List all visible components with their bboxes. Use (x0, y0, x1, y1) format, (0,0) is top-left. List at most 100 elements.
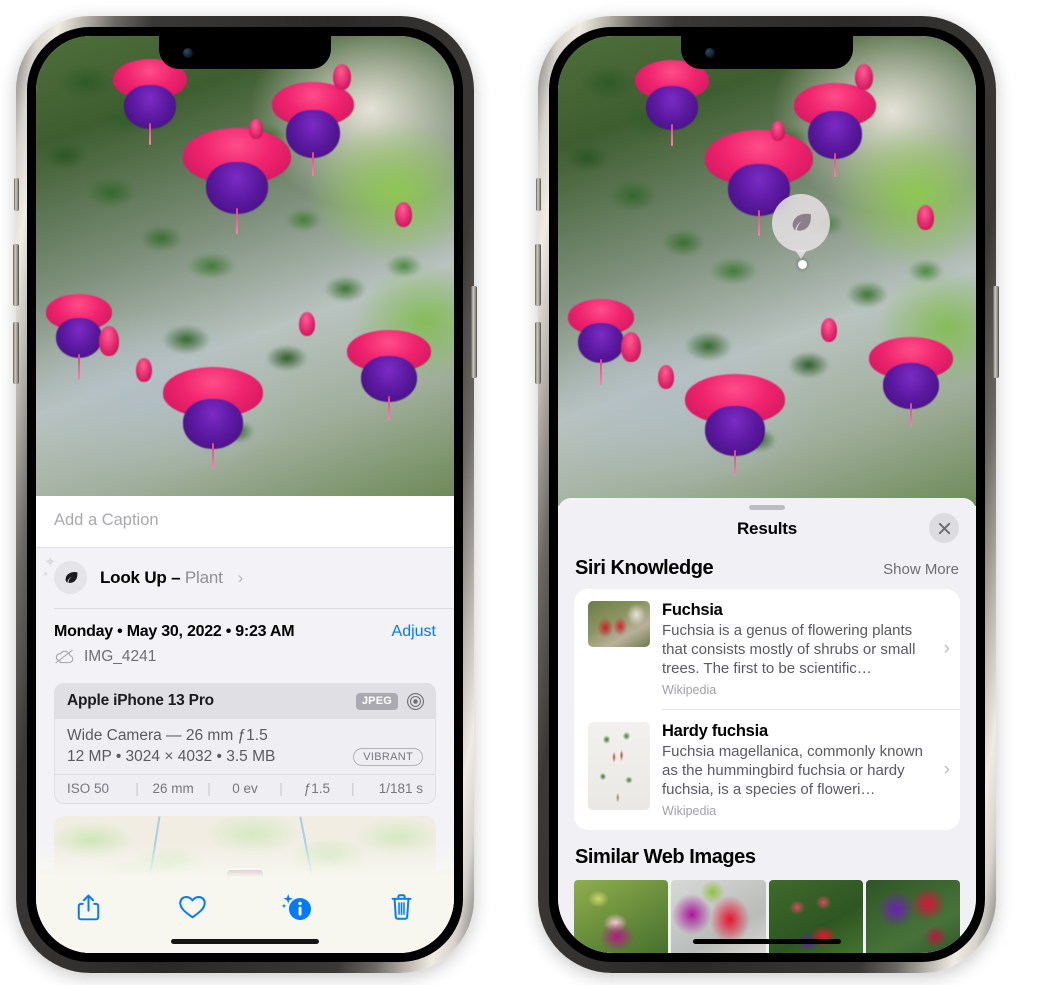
web-image-4[interactable] (865, 879, 960, 953)
icloud-slash-icon (55, 649, 74, 664)
chevron-right-icon: › (943, 758, 950, 780)
chevron-right-icon: › (237, 567, 244, 587)
flower-bud (98, 325, 119, 356)
delete-button[interactable] (378, 889, 426, 925)
adjust-button[interactable]: Adjust (392, 623, 436, 641)
bloom (633, 59, 711, 146)
knowledge-title: Hardy fuchsia (662, 721, 768, 740)
home-indicator[interactable] (171, 939, 319, 944)
sparkle-icon: ✦ (44, 554, 57, 571)
leaf-icon: ✦ ✦ (42, 555, 87, 594)
flower-bud (395, 201, 413, 227)
knowledge-title: Fuchsia (662, 601, 723, 619)
flower-bud (854, 64, 873, 91)
photo-viewer[interactable] (558, 36, 976, 506)
flower-bud (771, 120, 786, 141)
aperture-icon (407, 692, 424, 710)
photographic-style-badge: VIBRANT (353, 747, 423, 766)
format-badge: JPEG (355, 692, 398, 710)
side-power-button[interactable] (993, 286, 999, 378)
left-phone-bezel: Add a Caption ✦ ✦ Look Up – Plant › Mond… (27, 27, 463, 962)
show-more-button[interactable]: Show More (883, 561, 959, 578)
visual-lookup-anchor-dot (798, 260, 807, 269)
volume-down-button[interactable] (13, 322, 19, 384)
knowledge-source: Wikipedia (662, 683, 717, 698)
file-name: IMG_4241 (84, 647, 157, 665)
exif-shutter-speed: 1/181 s (378, 780, 424, 796)
chevron-right-icon: › (943, 638, 950, 660)
left-phone-screen: Add a Caption ✦ ✦ Look Up – Plant › Mond… (36, 36, 454, 953)
knowledge-thumbnail (588, 601, 650, 647)
notch (681, 36, 853, 69)
volume-up-button[interactable] (13, 244, 19, 306)
bloom (683, 374, 787, 477)
volume-down-button[interactable] (535, 322, 541, 384)
right-phone-device: Results Siri Knowledge Show More Fuchsia… (535, 16, 999, 973)
look-up-prefix: Look Up – (100, 567, 185, 587)
knowledge-thumbnail (588, 721, 650, 810)
flower-bud (620, 332, 641, 363)
flower-bud (136, 358, 153, 382)
left-phone-device: Add a Caption ✦ ✦ Look Up – Plant › Mond… (13, 16, 477, 973)
look-up-label: Look Up – Plant (100, 568, 223, 588)
results-header: Results (558, 510, 976, 553)
close-button[interactable] (929, 513, 959, 543)
knowledge-description: Fuchsia is a genus of flowering plants t… (662, 622, 916, 678)
knowledge-description: Fuchsia magellanica, commonly known as t… (662, 742, 923, 798)
info-sparkle-icon (281, 894, 312, 920)
mute-switch[interactable] (536, 178, 541, 211)
flowers-layer (36, 36, 454, 496)
knowledge-source: Wikipedia (662, 803, 717, 818)
caption-input[interactable]: Add a Caption (36, 496, 454, 548)
right-phone-bezel: Results Siri Knowledge Show More Fuchsia… (549, 27, 985, 962)
flower-bud (249, 118, 264, 139)
side-power-button[interactable] (471, 286, 477, 378)
flower-bud (332, 63, 351, 90)
exif-body: Wide Camera — 26 mm ƒ1.5 12 MP • 3024 × … (55, 718, 435, 774)
photo-date: Monday • May 30, 2022 • 9:23 AM (54, 622, 295, 640)
right-phone-screen: Results Siri Knowledge Show More Fuchsia… (558, 36, 976, 953)
location-map[interactable] (54, 815, 436, 886)
results-title: Results (736, 519, 797, 538)
section-title-siri-knowledge: Siri Knowledge (575, 557, 714, 579)
photo-viewer[interactable] (36, 36, 454, 496)
siri-knowledge-card: Fuchsia Fuchsia is a genus of flowering … (574, 589, 960, 830)
exif-focal-length: 26 mm (152, 780, 194, 796)
lens-info: Wide Camera — 26 mm ƒ1.5 (67, 726, 268, 744)
look-up-row[interactable]: ✦ ✦ Look Up – Plant › (36, 548, 454, 608)
exif-stats-row: ISO 50 | 26 mm | 0 ev | ƒ1.5 | 1/181 s (55, 773, 435, 803)
front-camera (705, 48, 715, 58)
bloom (867, 336, 955, 427)
flower-bud (821, 318, 838, 342)
trash-icon (391, 894, 412, 920)
exif-aperture: ƒ1.5 (303, 780, 331, 796)
home-indicator[interactable] (693, 939, 841, 944)
bloom (111, 59, 189, 145)
mute-switch[interactable] (14, 178, 19, 211)
share-icon (77, 894, 99, 920)
favorite-button[interactable] (169, 889, 217, 925)
exif-card: Apple iPhone 13 Pro JPEG Wide Camera — 2… (54, 682, 436, 804)
bloom (345, 330, 433, 421)
bloom (792, 83, 878, 177)
front-camera (183, 48, 193, 58)
web-image-1[interactable] (574, 879, 669, 953)
flower-bud (658, 365, 675, 389)
resolution-info: 12 MP • 3024 × 4032 • 3.5 MB (67, 747, 276, 765)
look-up-subject: Plant (184, 567, 223, 587)
sparkle-small-icon: ✦ (42, 569, 50, 579)
info-button[interactable] (273, 889, 321, 925)
knowledge-item[interactable]: Hardy fuchsia Fuchsia magellanica, commo… (574, 710, 960, 830)
section-title-similar-web-images: Similar Web Images (575, 845, 756, 868)
notch (159, 36, 331, 69)
volume-up-button[interactable] (535, 244, 541, 306)
knowledge-item[interactable]: Fuchsia Fuchsia is a genus of flowering … (574, 589, 960, 709)
screenshot-root: Add a Caption ✦ ✦ Look Up – Plant › Mond… (0, 0, 1055, 985)
share-button[interactable] (64, 889, 112, 925)
visual-lookup-badge[interactable] (772, 194, 830, 259)
close-icon (938, 522, 950, 534)
exif-exposure-value: 0 ev (232, 780, 258, 796)
bloom (161, 367, 265, 470)
siri-knowledge-header: Siri Knowledge Show More (558, 553, 976, 589)
leaf-icon (792, 213, 811, 231)
